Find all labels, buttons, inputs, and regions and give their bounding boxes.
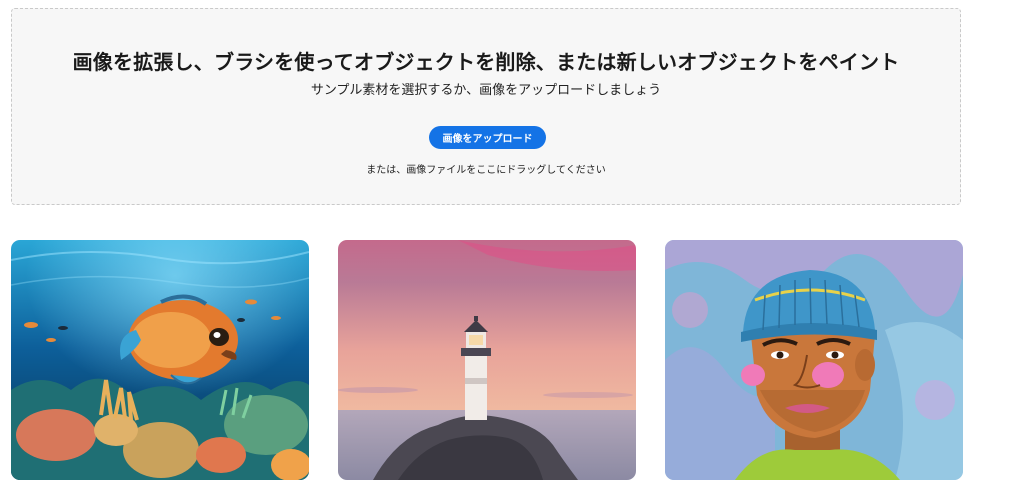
sample-card-underwater[interactable]	[11, 240, 309, 480]
sample-image-portrait	[665, 240, 963, 480]
sample-image-underwater	[11, 240, 309, 480]
drag-hint: または、画像ファイルをここにドラッグしてください	[366, 165, 606, 176]
upload-image-button[interactable]: 画像をアップロード	[429, 126, 546, 149]
upload-subtitle: サンプル素材を選択するか、画像をアップロードしましょう	[310, 83, 662, 98]
sample-card-lighthouse[interactable]	[338, 240, 636, 480]
upload-dropzone[interactable]: 画像を拡張し、ブラシを使ってオブジェクトを削除、または新しいオブジェクトをペイン…	[11, 8, 961, 205]
upload-title: 画像を拡張し、ブラシを使ってオブジェクトを削除、または新しいオブジェクトをペイン…	[72, 50, 900, 74]
sample-card-portrait[interactable]	[665, 240, 963, 480]
sample-image-lighthouse	[338, 240, 636, 480]
